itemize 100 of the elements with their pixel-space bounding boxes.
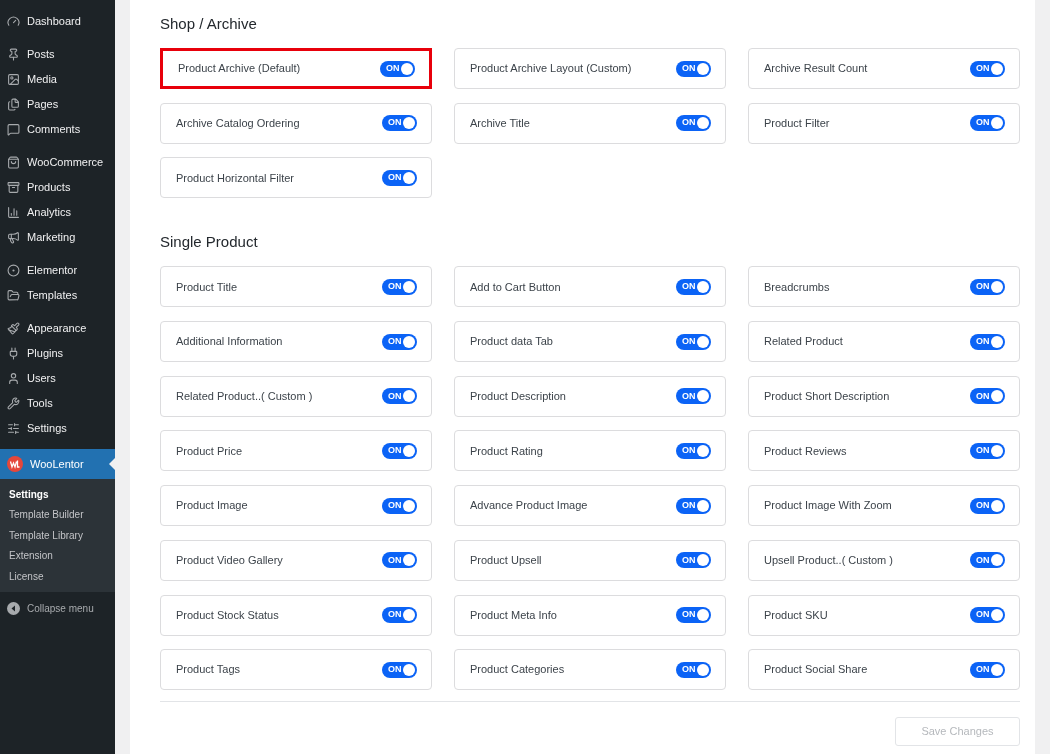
submenu-item[interactable]: Template Builder xyxy=(0,504,115,525)
setting-label: Archive Catalog Ordering xyxy=(176,115,300,131)
plug-icon xyxy=(7,347,20,360)
setting-label: Product Categories xyxy=(470,662,565,678)
sidebar-item[interactable]: Appearance xyxy=(0,316,115,341)
toggle-switch[interactable]: ON xyxy=(970,552,1005,569)
toggle-switch[interactable]: ON xyxy=(970,442,1005,459)
collapse-icon xyxy=(7,602,20,615)
sidebar-item[interactable]: Settings xyxy=(0,416,115,441)
toggle-switch[interactable]: ON xyxy=(676,442,711,459)
toggle-switch[interactable]: ON xyxy=(676,333,711,350)
toggle-switch[interactable]: ON xyxy=(970,388,1005,405)
sidebar-item[interactable]: Dashboard xyxy=(0,9,115,34)
setting-label: Related Product xyxy=(764,334,843,350)
circle-icon xyxy=(7,264,20,277)
pages-icon xyxy=(7,98,20,111)
toggle-switch[interactable]: ON xyxy=(676,60,711,77)
toggle-switch[interactable]: ON xyxy=(676,115,711,132)
setting-label: Additional Information xyxy=(176,334,283,350)
toggle-switch[interactable]: ON xyxy=(970,278,1005,295)
sidebar-item[interactable]: Templates xyxy=(0,283,115,308)
dashboard-icon xyxy=(7,15,20,28)
sidebar-item[interactable]: Users xyxy=(0,366,115,391)
sidebar-item[interactable]: Media xyxy=(0,67,115,92)
setting-label: Product Image With Zoom xyxy=(764,498,892,514)
toggle-switch[interactable]: ON xyxy=(382,661,417,678)
archive-icon xyxy=(7,181,20,194)
toggle-switch[interactable]: ON xyxy=(676,607,711,623)
setting-label: Product Archive (Default) xyxy=(178,61,301,77)
sidebar-item[interactable]: WooCommerce xyxy=(0,150,115,175)
collapse-menu[interactable]: Collapse menu xyxy=(0,597,115,620)
toggle-switch[interactable]: ON xyxy=(676,661,711,678)
toggle-switch[interactable]: ON xyxy=(676,388,711,405)
submenu-item[interactable]: Template Library xyxy=(0,525,115,546)
setting-label: Product Filter xyxy=(764,115,830,131)
sidebar-item[interactable]: Pages xyxy=(0,92,115,117)
section-heading: Single Product xyxy=(160,232,259,253)
sidebar-item[interactable]: Marketing xyxy=(0,225,115,250)
toggle-switch[interactable]: ON xyxy=(676,278,711,295)
toggle-switch[interactable]: ON xyxy=(382,169,417,186)
toggle-switch[interactable]: ON xyxy=(380,60,415,77)
toggle-switch[interactable]: ON xyxy=(676,552,711,569)
user-icon xyxy=(7,372,20,385)
toggle-switch[interactable]: ON xyxy=(382,115,417,132)
setting-label: Product Tags xyxy=(176,662,240,678)
section-heading: Shop / Archive xyxy=(160,14,258,34)
setting-label: Product Upsell xyxy=(470,553,542,569)
submenu-item[interactable]: License xyxy=(0,566,115,587)
setting-label: Upsell Product..( Custom ) xyxy=(764,553,893,569)
setting-label: Breadcrumbs xyxy=(764,279,830,295)
setting-label: Product Meta Info xyxy=(470,607,557,623)
setting-label: Product Social Share xyxy=(764,662,868,678)
setting-label: Archive Title xyxy=(470,115,530,131)
sidebar-item[interactable]: WooLentor xyxy=(0,449,115,479)
setting-label: Product Archive Layout (Custom) xyxy=(470,61,632,77)
toggle-switch[interactable]: ON xyxy=(382,552,417,569)
sidebar-item[interactable]: Posts xyxy=(0,42,115,67)
setting-label: Product Horizontal Filter xyxy=(176,170,294,186)
sidebar-item[interactable]: Products xyxy=(0,175,115,200)
toggle-switch[interactable]: ON xyxy=(970,115,1005,132)
setting-label: Product Image xyxy=(176,498,248,514)
sidebar-item[interactable]: Tools xyxy=(0,391,115,416)
logo-icon xyxy=(7,456,23,472)
toggle-switch[interactable]: ON xyxy=(970,60,1005,77)
submenu-item[interactable]: Extension xyxy=(0,545,115,566)
toggle-switch[interactable]: ON xyxy=(970,333,1005,350)
settings-icon xyxy=(7,422,20,435)
setting-label: Product Video Gallery xyxy=(176,553,283,569)
toggle-switch[interactable]: ON xyxy=(382,388,417,405)
image-icon xyxy=(7,73,20,86)
toggle-switch[interactable]: ON xyxy=(970,607,1005,623)
toggle-switch[interactable]: ON xyxy=(970,497,1005,514)
setting-label: Product data Tab xyxy=(470,334,553,350)
toggle-switch[interactable]: ON xyxy=(676,497,711,514)
setting-label: Product Stock Status xyxy=(176,607,279,623)
toggle-switch[interactable]: ON xyxy=(970,661,1005,678)
setting-label: Product Title xyxy=(176,279,238,295)
bar-chart-icon xyxy=(7,206,20,219)
comment-icon xyxy=(7,123,20,136)
sidebar-item[interactable]: Elementor xyxy=(0,258,115,283)
megaphone-icon xyxy=(7,231,20,244)
setting-label: Advance Product Image xyxy=(470,498,588,514)
bag-icon xyxy=(7,156,20,169)
sidebar-item[interactable]: Plugins xyxy=(0,341,115,366)
submenu-item[interactable]: Settings xyxy=(0,484,115,505)
toggle-switch[interactable]: ON xyxy=(382,278,417,295)
setting-label: Add to Cart Button xyxy=(470,279,561,295)
toggle-switch[interactable]: ON xyxy=(382,497,417,514)
setting-label: Related Product..( Custom ) xyxy=(176,389,313,404)
toggle-switch[interactable]: ON xyxy=(382,442,417,459)
setting-label: Product Reviews xyxy=(764,443,847,459)
toggle-switch[interactable]: ON xyxy=(382,607,417,623)
setting-label: Product SKU xyxy=(764,607,828,623)
folder-icon xyxy=(7,289,20,302)
sidebar-item[interactable]: Comments xyxy=(0,117,115,142)
sidebar-item[interactable]: Analytics xyxy=(0,200,115,225)
pointer-icon xyxy=(109,458,115,470)
setting-label: Product Short Description xyxy=(764,389,890,404)
toggle-switch[interactable]: ON xyxy=(382,333,417,350)
setting-label: Archive Result Count xyxy=(764,61,868,77)
